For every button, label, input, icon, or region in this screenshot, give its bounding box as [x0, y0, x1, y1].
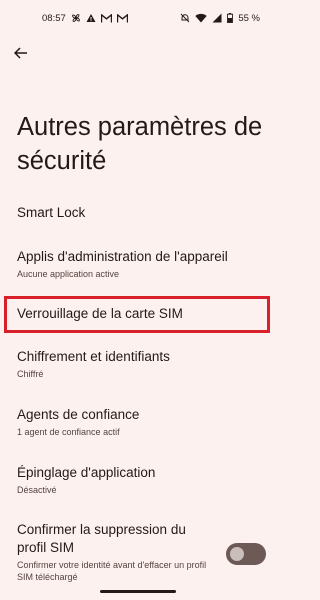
- do-not-disturb-icon: [180, 13, 190, 23]
- back-button[interactable]: [10, 44, 32, 66]
- list-item-encryption-credentials[interactable]: Chiffrement et identifiants Chiffré: [17, 348, 265, 380]
- item-subtitle: Désactivé: [17, 485, 57, 495]
- list-item-smart-lock[interactable]: Smart Lock: [17, 204, 265, 222]
- status-left: 08:57: [42, 13, 128, 24]
- item-title: Chiffrement et identifiants: [17, 349, 170, 364]
- item-title: Confirmer la suppression du profil SIM: [17, 522, 186, 555]
- item-subtitle: Confirmer votre identité avant d'effacer…: [17, 560, 207, 582]
- arrow-left-icon: [13, 46, 28, 64]
- wifi-icon: [195, 13, 208, 23]
- status-bar: 08:57 55 %: [0, 0, 276, 36]
- item-subtitle: Chiffré: [17, 369, 44, 379]
- battery-icon: [227, 13, 234, 23]
- fan-icon: [71, 13, 81, 23]
- home-indicator[interactable]: [100, 590, 176, 593]
- item-title: Agents de confiance: [17, 407, 140, 422]
- gmail-icon: [116, 13, 128, 23]
- item-title: Applis d'administration de l'appareil: [17, 249, 228, 264]
- page-title: Autres paramètres de sécurité: [17, 113, 263, 175]
- toggle-knob: [230, 547, 244, 561]
- item-title: Épinglage d'application: [17, 465, 156, 480]
- warning-icon: [86, 13, 96, 23]
- list-item-app-pinning[interactable]: Épinglage d'application Désactivé: [17, 464, 265, 496]
- battery-percent: 55 %: [238, 12, 260, 24]
- list-item-trust-agents[interactable]: Agents de confiance 1 agent de confiance…: [17, 406, 265, 438]
- signal-icon: [212, 13, 222, 23]
- item-subtitle: 1 agent de confiance actif: [17, 427, 120, 437]
- item-subtitle: Aucune application active: [17, 269, 120, 279]
- gmail-icon: [100, 13, 112, 23]
- status-time: 08:57: [42, 12, 66, 24]
- list-item-device-admin-apps[interactable]: Applis d'administration de l'appareil Au…: [17, 248, 265, 280]
- item-title: Smart Lock: [17, 205, 86, 220]
- list-item-confirm-sim-deletion[interactable]: Confirmer la suppression du profil SIM C…: [17, 521, 217, 583]
- status-right: 55 %: [180, 13, 260, 24]
- confirm-sim-deletion-toggle[interactable]: [226, 543, 266, 565]
- highlight-box: [4, 296, 270, 333]
